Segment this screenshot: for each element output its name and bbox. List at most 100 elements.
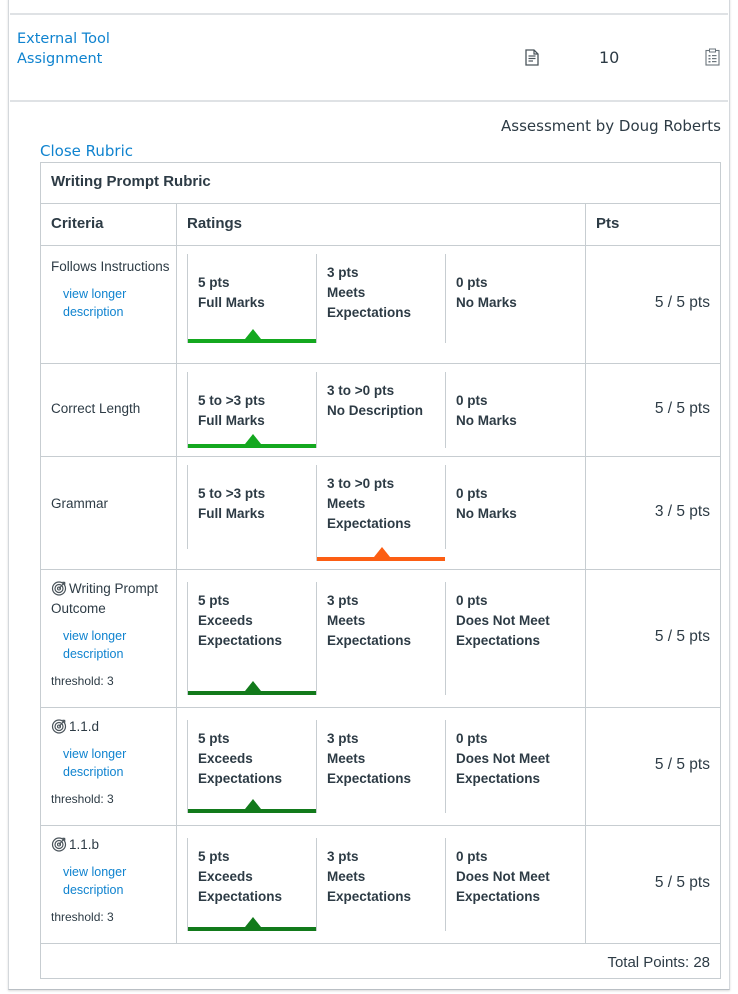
view-longer-description-link[interactable]: view longer description xyxy=(63,745,179,781)
rating-points: 0 pts xyxy=(456,593,488,608)
rating-points: 3 pts xyxy=(327,849,359,864)
outcome-target-icon xyxy=(51,718,67,734)
criterion-title-text: Writing Prompt Outcome xyxy=(51,581,159,616)
criterion-row: 1.1.d view longer description threshold: 3… xyxy=(41,708,720,826)
criterion-title-text: Follows Instructions xyxy=(51,259,170,274)
criterion-title: Correct Length xyxy=(51,399,179,419)
total-points: Total Points: 28 xyxy=(607,954,710,971)
ratings-header: Ratings xyxy=(187,215,243,232)
rating-option[interactable]: 0 pts Does Not Meet Expectations xyxy=(445,570,574,707)
view-longer-description-link[interactable]: view longer description xyxy=(63,863,179,899)
document-icon[interactable] xyxy=(525,49,539,66)
rating-points: 3 pts xyxy=(327,731,359,746)
rating-description: Full Marks xyxy=(198,295,265,310)
rating-points: 0 pts xyxy=(456,393,488,408)
rating-option[interactable]: 0 pts No Marks xyxy=(445,364,574,456)
criterion-score: 5 / 5 pts xyxy=(654,399,710,417)
rating-description: Does Not Meet Expectations xyxy=(456,613,550,648)
criterion-cell: Correct Length xyxy=(51,399,179,419)
rating-description: Exceeds Expectations xyxy=(198,869,283,904)
selected-rating-indicator-icon xyxy=(245,799,261,809)
selected-rating-bar xyxy=(188,339,316,343)
criterion-cell: Writing Prompt Outcome view longer descri… xyxy=(51,579,179,691)
rating-description: Full Marks xyxy=(198,506,265,521)
rating-box: 0 pts No Marks xyxy=(445,254,574,343)
assignment-link[interactable]: External Tool Assignment xyxy=(17,29,147,69)
criterion-row: Grammar 5 to >3 pts Full Marks 3 to >0 pts M… xyxy=(41,457,720,570)
criterion-row: Writing Prompt Outcome view longer descri… xyxy=(41,570,720,708)
rating-option[interactable]: 3 pts Meets Expectations xyxy=(316,570,445,707)
rating-option[interactable]: 5 pts Exceeds Expectations xyxy=(187,708,316,825)
column-divider xyxy=(176,364,177,456)
rating-box: 3 pts Meets Expectations xyxy=(316,254,445,343)
selected-rating-bar xyxy=(188,927,316,931)
rating-option[interactable]: 5 pts Full Marks xyxy=(187,246,316,363)
criterion-title: 1.1.b xyxy=(51,835,179,855)
assessment-by-label: Assessment by Doug Roberts xyxy=(501,117,721,135)
rating-option[interactable]: 0 pts No Marks xyxy=(445,246,574,363)
close-rubric-link[interactable]: Close Rubric xyxy=(40,142,133,160)
column-divider xyxy=(176,246,177,363)
rating-description: No Description xyxy=(327,403,424,418)
rating-option[interactable]: 3 pts Meets Expectations xyxy=(316,246,445,363)
rating-points: 0 pts xyxy=(456,731,488,746)
outcome-target-icon xyxy=(51,836,67,852)
criterion-score: 5 / 5 pts xyxy=(654,294,710,311)
rating-box: 3 pts Meets Expectations xyxy=(316,582,445,695)
rating-option[interactable]: 5 pts Exceeds Expectations xyxy=(187,826,316,943)
rating-box: 5 pts Exceeds Expectations xyxy=(187,720,316,813)
criterion-score: 5 / 5 pts xyxy=(654,874,710,891)
rating-option[interactable]: 3 pts Meets Expectations xyxy=(316,708,445,825)
criterion-title-text: Correct Length xyxy=(51,401,141,416)
rating-box: 5 pts Exceeds Expectations xyxy=(187,838,316,931)
rating-option[interactable]: 5 pts Exceeds Expectations xyxy=(187,570,316,707)
rating-description: Does Not Meet Expectations xyxy=(456,869,550,904)
rating-points: 3 pts xyxy=(327,265,359,280)
rubric-title: Writing Prompt Rubric xyxy=(51,173,211,190)
rating-description: Exceeds Expectations xyxy=(198,613,283,648)
criterion-cell: 1.1.b view longer description threshold: 3 xyxy=(51,835,179,927)
rating-option[interactable]: 3 to >0 pts No Description xyxy=(316,364,445,456)
rating-points: 5 pts xyxy=(198,731,230,746)
threshold-label: threshold: 3 xyxy=(51,674,114,688)
rating-option[interactable]: 0 pts Does Not Meet Expectations xyxy=(445,708,574,825)
rating-description: No Marks xyxy=(456,506,517,521)
column-divider xyxy=(176,570,177,707)
rubric-table: Writing Prompt Rubric Criteria Ratings P… xyxy=(40,162,721,979)
threshold-label: threshold: 3 xyxy=(51,792,114,806)
rating-points: 0 pts xyxy=(456,849,488,864)
rating-option[interactable]: 0 pts Does Not Meet Expectations xyxy=(445,826,574,943)
rating-box: 0 pts Does Not Meet Expectations xyxy=(445,720,574,813)
rubric-header-row: Criteria Ratings Pts xyxy=(41,204,720,246)
rating-box: 0 pts No Marks xyxy=(445,372,574,448)
criterion-row: 1.1.b view longer description threshold: 3… xyxy=(41,826,720,944)
view-longer-description-link[interactable]: view longer description xyxy=(63,627,179,663)
criterion-title-text: 1.1.d xyxy=(69,719,100,734)
column-divider xyxy=(176,204,177,245)
rating-description: Exceeds Expectations xyxy=(198,751,283,786)
rating-box: 3 pts Meets Expectations xyxy=(316,838,445,931)
rubric-clipboard-icon[interactable] xyxy=(705,48,720,66)
rating-box: 0 pts No Marks xyxy=(445,465,574,549)
column-divider xyxy=(585,708,586,825)
rating-option[interactable]: 5 to >3 pts Full Marks xyxy=(187,457,316,569)
view-longer-description-link[interactable]: view longer description xyxy=(63,285,179,321)
criterion-title-text: 1.1.b xyxy=(69,837,100,852)
rating-option[interactable]: 3 pts Meets Expectations xyxy=(316,826,445,943)
rating-box: 3 to >0 pts No Description xyxy=(316,372,445,448)
rating-option[interactable]: 3 to >0 pts Meets Expectations xyxy=(316,457,445,569)
rating-box: 0 pts Does Not Meet Expectations xyxy=(445,838,574,931)
rating-option[interactable]: 5 to >3 pts Full Marks xyxy=(187,364,316,456)
rating-box: 3 pts Meets Expectations xyxy=(316,720,445,813)
selected-rating-indicator-icon xyxy=(245,434,261,444)
criterion-cell: 1.1.d view longer description threshold: 3 xyxy=(51,717,179,809)
rating-box: 0 pts Does Not Meet Expectations xyxy=(445,582,574,695)
criterion-score: 3 / 5 pts xyxy=(654,502,710,520)
column-divider xyxy=(585,826,586,943)
rating-description: Meets Expectations xyxy=(327,613,412,648)
rating-option[interactable]: 0 pts No Marks xyxy=(445,457,574,569)
selected-rating-bar xyxy=(317,557,445,561)
column-divider xyxy=(585,364,586,456)
criterion-title: Writing Prompt Outcome xyxy=(51,579,179,619)
column-divider xyxy=(585,570,586,707)
